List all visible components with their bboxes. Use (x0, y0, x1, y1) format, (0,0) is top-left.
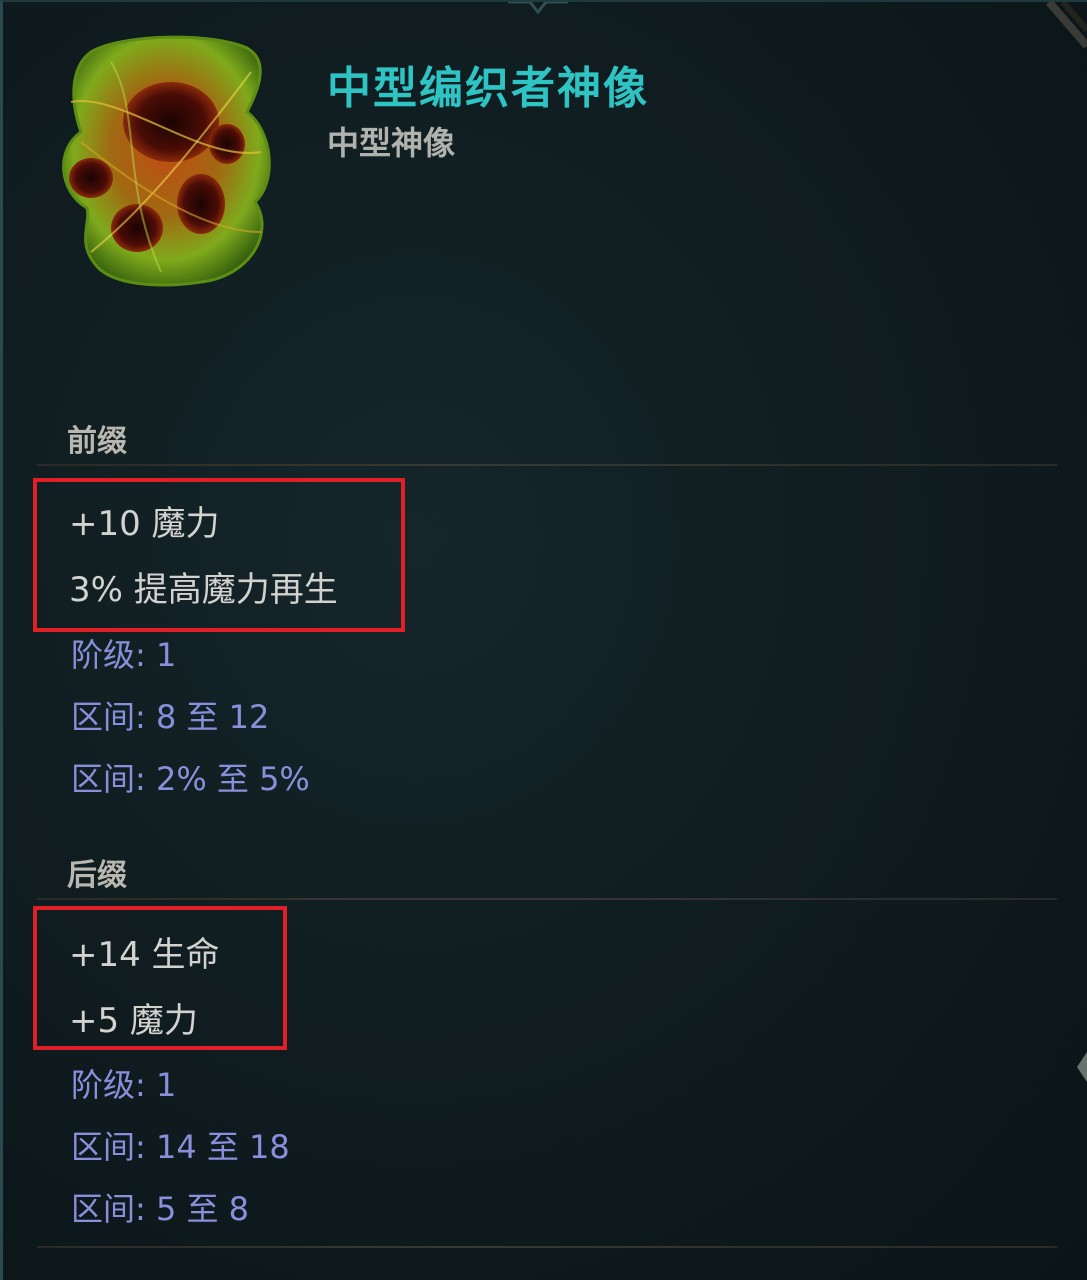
prefix-range: 区间: 2% 至 5% (71, 760, 310, 798)
suffix-divider (37, 898, 1057, 900)
panel-top-ornament (508, 2, 568, 15)
suffix-range: 区间: 5 至 8 (71, 1190, 250, 1228)
prefix-tier: 阶级: 1 (71, 636, 177, 674)
panel-edge-ornament (1077, 1052, 1087, 1082)
suffix-range: 区间: 14 至 18 (71, 1128, 290, 1166)
idol-icon[interactable] (51, 32, 281, 292)
bottom-divider (37, 1246, 1057, 1248)
prefix-header: 前缀 (67, 424, 127, 459)
prefix-divider (37, 464, 1057, 466)
item-name: 中型编织者神像 (327, 63, 649, 114)
panel-corner-ornament (1045, 2, 1087, 49)
suffix-header: 后缀 (67, 858, 127, 893)
suffix-mod-line: +14 生命 (69, 935, 220, 975)
suffix-tier: 阶级: 1 (71, 1066, 177, 1104)
prefix-mod-line: +10 魔力 (69, 504, 220, 544)
item-tooltip-panel: 中型编织者神像 中型神像 前缀 +10 魔力 3% 提高魔力再生 阶级: 1 区… (0, 0, 1087, 1280)
item-type: 中型神像 (327, 124, 456, 162)
prefix-range: 区间: 8 至 12 (71, 698, 270, 736)
prefix-mod-line: 3% 提高魔力再生 (69, 570, 338, 610)
suffix-mod-line: +5 魔力 (69, 1001, 198, 1041)
